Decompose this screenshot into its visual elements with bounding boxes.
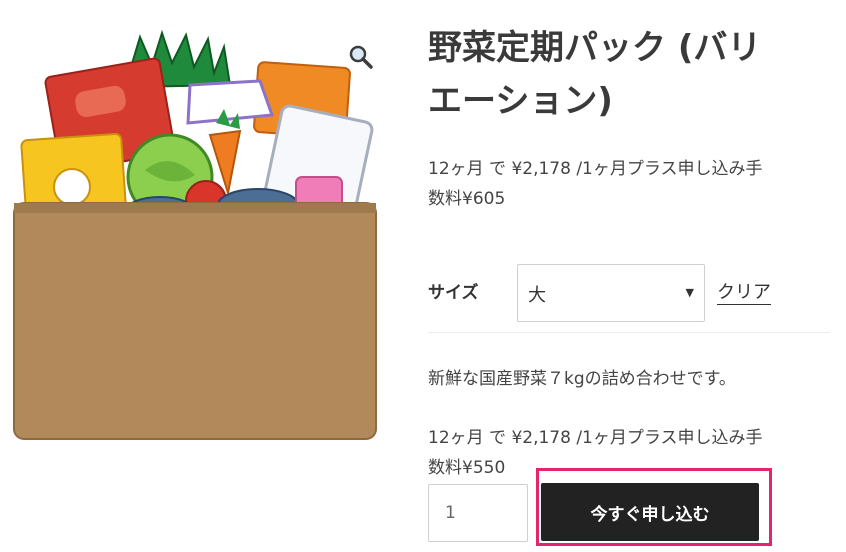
- quantity-input[interactable]: [428, 484, 528, 542]
- price-summary: 12ヶ月 で ¥2,178 /1ヶ月プラス申し込み手 数料¥605: [428, 154, 833, 214]
- vegetable-box-illustration: [13, 29, 377, 440]
- product-title: 野菜定期パック (バリ エーション): [428, 22, 828, 128]
- size-select[interactable]: 大 ▼: [517, 264, 705, 322]
- product-title-line1: 野菜定期パック (バリ: [428, 28, 762, 68]
- price-summary-line1: 12ヶ月 で ¥2,178 /1ヶ月プラス申し込み手: [428, 159, 763, 179]
- chevron-down-icon: ▼: [685, 286, 694, 299]
- product-title-line2: エーション): [428, 81, 613, 121]
- product-image[interactable]: [10, 25, 382, 445]
- variation-row: サイズ 大 ▼ クリア: [428, 262, 830, 333]
- subscribe-button[interactable]: 今すぐ申し込む: [541, 483, 759, 541]
- variation-description: 新鮮な国産野菜７kgの詰め合わせです。: [428, 369, 736, 389]
- size-selected-value: 大: [528, 285, 546, 306]
- clear-link[interactable]: クリア: [717, 278, 771, 304]
- variation-price-line2: 数料¥550: [428, 458, 506, 478]
- price-summary-line2: 数料¥605: [428, 189, 506, 209]
- size-label: サイズ: [428, 283, 479, 303]
- variation-price-line1: 12ヶ月 で ¥2,178 /1ヶ月プラス申し込み手: [428, 428, 763, 448]
- magnifier-icon[interactable]: [348, 44, 374, 70]
